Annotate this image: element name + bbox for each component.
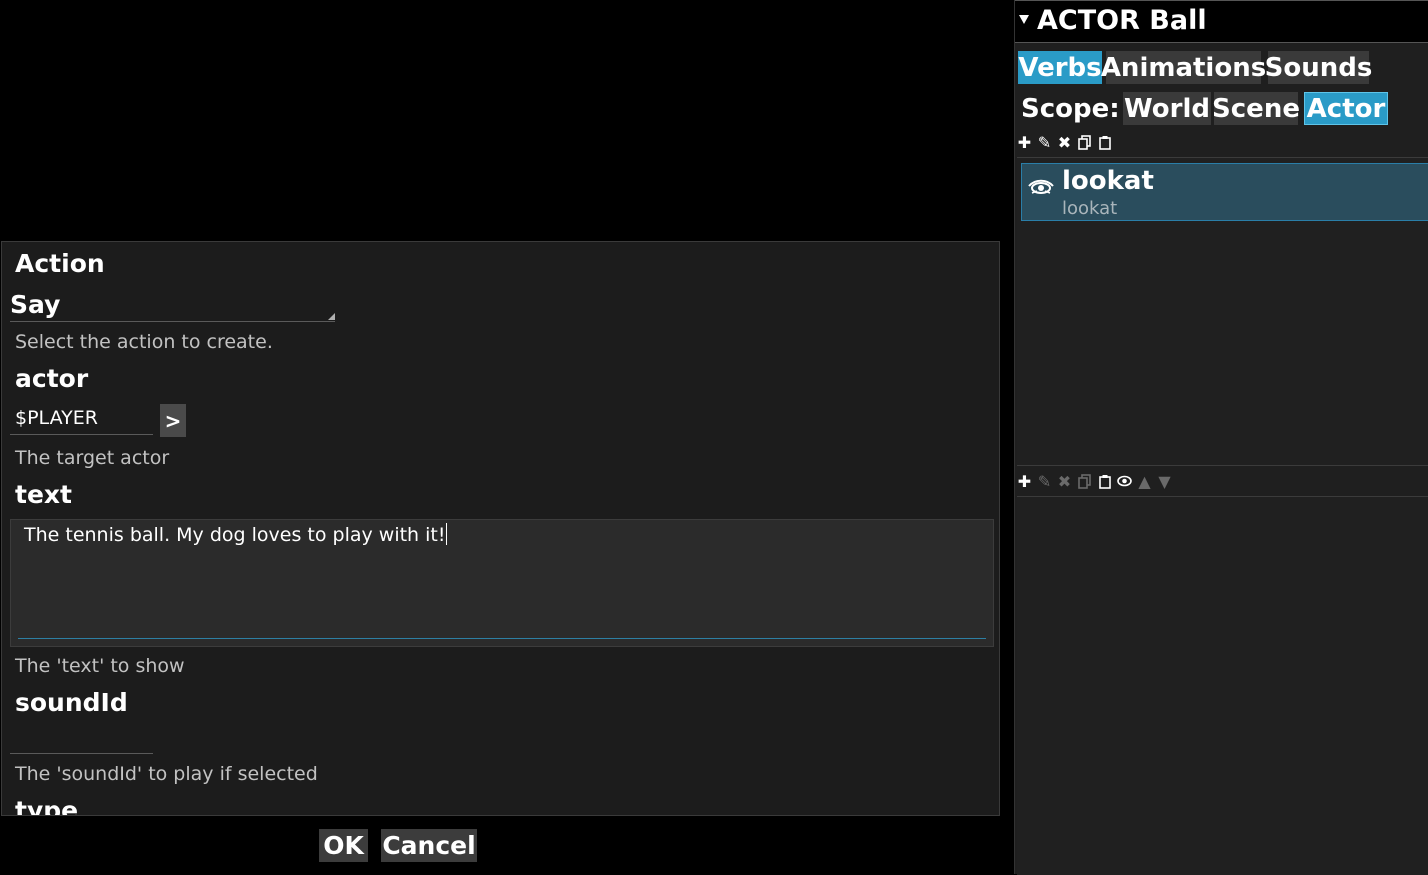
copy-icon[interactable] [1077, 472, 1092, 490]
cancel-button[interactable]: Cancel [381, 829, 477, 862]
verb-list: lookat lookat [1017, 157, 1428, 466]
add-icon[interactable]: ✚ [1017, 133, 1032, 152]
delete-icon[interactable]: ✖ [1057, 133, 1072, 152]
actions-toolbar: ✚ ✎ ✖ ▲ ▼ [1015, 471, 1172, 491]
actor-input-value: $PLAYER [15, 407, 98, 429]
tab-sounds[interactable]: Sounds [1265, 51, 1372, 84]
verb-title: lookat [1062, 166, 1154, 196]
panel-header[interactable]: ACTOR Ball [1015, 0, 1428, 43]
action-list [1017, 496, 1428, 875]
list-item[interactable]: lookat lookat [1021, 163, 1428, 221]
actor-panel: ACTOR Ball Verbs Animations Sounds Scope… [1014, 0, 1428, 875]
scope-world[interactable]: World [1123, 92, 1211, 125]
action-dialog: Action Say Select the action to create. … [1, 241, 1000, 816]
actor-description: The target actor [15, 447, 170, 469]
action-title: Action [15, 249, 105, 278]
actor-input[interactable]: $PLAYER [10, 404, 153, 435]
scope-label: Scope: [1021, 94, 1120, 124]
tab-animations[interactable]: Animations [1101, 51, 1266, 84]
text-caret [446, 523, 448, 545]
paste-icon[interactable] [1097, 133, 1112, 151]
scope-actor[interactable]: Actor [1304, 92, 1388, 125]
down-icon[interactable]: ▼ [1157, 472, 1172, 491]
focus-underline [18, 638, 986, 639]
eye-icon[interactable] [1117, 472, 1132, 490]
delete-icon[interactable]: ✖ [1057, 472, 1072, 491]
ok-button[interactable]: OK [319, 829, 368, 862]
paste-icon[interactable] [1097, 472, 1112, 490]
soundid-description: The 'soundId' to play if selected [15, 763, 318, 785]
eye-icon [1028, 179, 1054, 194]
copy-icon[interactable] [1077, 133, 1092, 151]
text-area-value: The tennis ball. My dog loves to play wi… [24, 524, 446, 546]
verbs-toolbar: ✚ ✎ ✖ [1015, 132, 1112, 152]
action-select-value: Say [10, 290, 61, 319]
soundid-input[interactable] [10, 723, 153, 754]
actor-title: actor [15, 364, 89, 393]
action-description: Select the action to create. [15, 331, 273, 353]
action-select[interactable]: Say [10, 290, 335, 322]
actor-select-button[interactable]: > [160, 404, 186, 437]
up-icon[interactable]: ▲ [1137, 472, 1152, 491]
soundid-title: soundId [15, 688, 128, 717]
verb-subtitle: lookat [1062, 198, 1118, 219]
edit-icon[interactable]: ✎ [1037, 133, 1052, 152]
type-title: type [15, 796, 79, 816]
dropdown-corner-icon [328, 313, 335, 320]
text-title: text [15, 480, 72, 509]
text-area[interactable]: The tennis ball. My dog loves to play wi… [10, 519, 994, 647]
text-description: The 'text' to show [15, 655, 185, 677]
panel-title: ACTOR Ball [1037, 5, 1207, 36]
tab-verbs[interactable]: Verbs [1018, 51, 1102, 84]
edit-icon[interactable]: ✎ [1037, 472, 1052, 491]
add-icon[interactable]: ✚ [1017, 472, 1032, 491]
collapse-triangle-icon[interactable] [1019, 15, 1029, 24]
scope-scene[interactable]: Scene [1212, 92, 1300, 125]
